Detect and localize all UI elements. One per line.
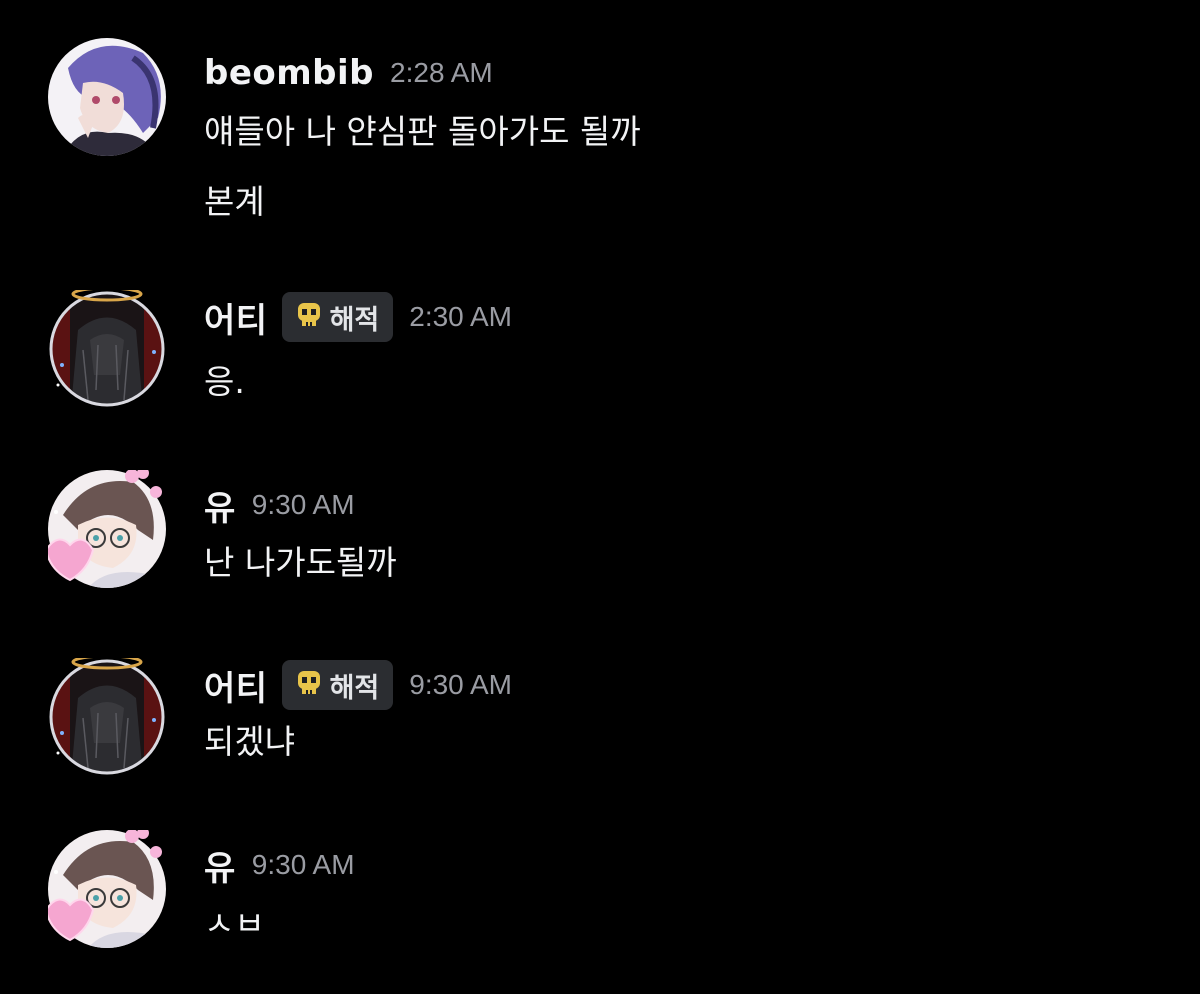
avatar[interactable] xyxy=(48,658,166,776)
message-header: 어티 해적 2:30 AM xyxy=(204,292,512,342)
message-text: 되겠냐 xyxy=(204,722,296,761)
message-header: 유 9:30 AM xyxy=(204,481,355,530)
avatar[interactable] xyxy=(48,470,166,588)
message-header: beombib 2:28 AM xyxy=(204,50,493,96)
avatar[interactable] xyxy=(48,38,166,156)
message-text: 응. xyxy=(204,362,245,401)
message-text: 얘들아 나 얀심판 돌아가도 될까 xyxy=(204,112,641,151)
message-header: 유 9:30 AM xyxy=(204,841,355,890)
username[interactable]: 유 xyxy=(204,481,236,530)
role-tag-label: 해적 xyxy=(329,672,380,704)
role-tag-label: 해적 xyxy=(329,304,380,336)
role-tag[interactable]: 해적 xyxy=(281,292,394,342)
dark-halo-avatar-icon xyxy=(49,290,165,407)
avatar[interactable] xyxy=(48,290,166,408)
timestamp: 9:30 AM xyxy=(251,849,355,880)
username[interactable]: 어티 xyxy=(204,661,268,710)
message-text: 난 나가도될까 xyxy=(204,543,397,582)
role-tag[interactable]: 해적 xyxy=(281,660,394,710)
dark-halo-avatar-icon xyxy=(49,658,165,775)
glasses-boy-avatar-icon xyxy=(48,470,166,588)
timestamp: 2:30 AM xyxy=(409,301,512,332)
username[interactable]: 어티 xyxy=(204,293,268,342)
username[interactable]: beombib xyxy=(204,53,374,93)
message-text: 본계 xyxy=(204,182,265,221)
skull-icon xyxy=(294,300,324,334)
purple-hair-avatar-icon xyxy=(48,38,166,156)
timestamp: 9:30 AM xyxy=(251,489,355,520)
timestamp: 2:28 AM xyxy=(390,57,493,88)
message-header: 어티 해적 9:30 AM xyxy=(204,660,512,710)
username[interactable]: 유 xyxy=(204,841,236,890)
glasses-boy-avatar-icon xyxy=(48,830,166,948)
message-text: ㅅㅂ xyxy=(204,904,265,943)
timestamp: 9:30 AM xyxy=(409,669,512,700)
avatar[interactable] xyxy=(48,830,166,948)
skull-icon xyxy=(294,668,324,702)
